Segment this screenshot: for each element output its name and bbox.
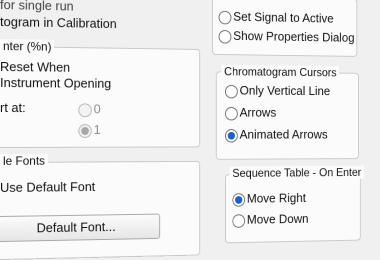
start-at-0-label: 0 [93, 101, 101, 117]
cursor-arrows-label: Arrows [239, 105, 277, 120]
dialog-panel: for single run togram in Calibration nte… [0, 0, 364, 260]
instrument-opening-label: Instrument Opening [0, 75, 112, 91]
cursor-animated-arrows-radio[interactable] [224, 129, 238, 143]
sequence-move-down-label: Move Down [246, 211, 309, 227]
start-at-label: rt at: [0, 100, 26, 116]
set-signal-label: Set Signal to Active [233, 9, 334, 26]
reset-when-label: Reset When [0, 59, 71, 75]
cursor-only-vertical-radio[interactable] [224, 84, 238, 99]
sequence-move-right-radio[interactable] [232, 193, 246, 207]
cursor-only-vertical-label: Only Vertical Line [239, 83, 331, 98]
start-at-0-radio[interactable] [78, 103, 92, 118]
sequence-group [224, 173, 361, 244]
cursor-animated-arrows-label: Animated Arrows [239, 127, 328, 142]
set-signal-radio[interactable] [218, 10, 232, 25]
sequence-group-title: Sequence Table - On Enter [229, 165, 364, 180]
show-properties-radio[interactable] [218, 29, 232, 44]
cursor-arrows-radio[interactable] [224, 106, 238, 121]
fonts-group [0, 160, 201, 260]
start-at-1-label: 1 [93, 122, 101, 137]
cursors-group-title: Chromatogram Cursors [221, 64, 340, 80]
fonts-group-title: le Fonts [0, 153, 48, 168]
start-at-1-radio[interactable] [78, 124, 92, 138]
default-font-button[interactable]: Default Font... [0, 213, 161, 243]
show-properties-label: Show Properties Dialog [233, 28, 355, 45]
sequence-move-right-label: Move Right [246, 190, 306, 206]
single-run-label: for single run [0, 0, 74, 14]
use-default-font-label[interactable]: Use Default Font [0, 179, 95, 196]
calibration-label: togram in Calibration [0, 14, 117, 32]
enter-group-title: nter (%n) [0, 39, 55, 54]
